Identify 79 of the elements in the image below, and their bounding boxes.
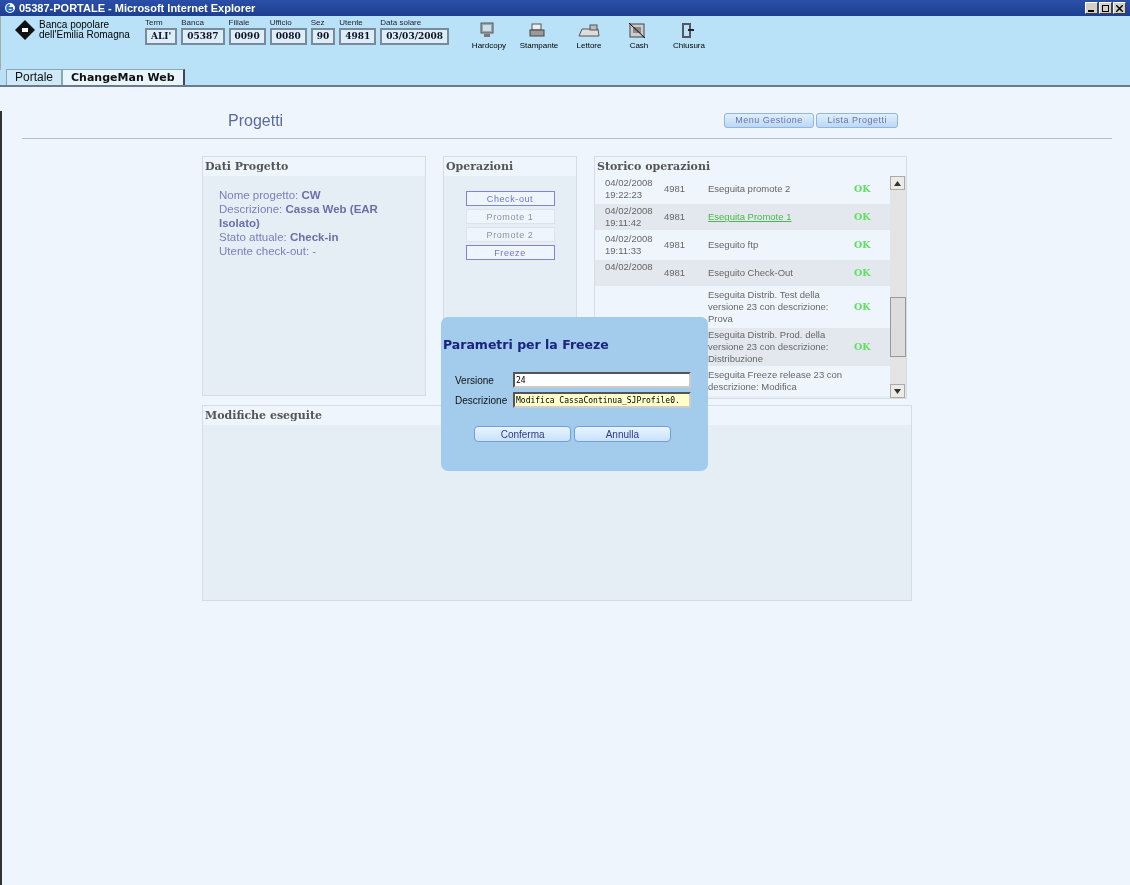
maximize-icon [1102, 4, 1109, 12]
tab[interactable]: ChangeMan Web [62, 69, 185, 85]
date-cell-text: 04/02/2008 [605, 205, 654, 218]
dialog-title: Parametri per la Freeze [443, 337, 610, 352]
toolbar-button[interactable]: Lettore [569, 22, 609, 52]
user-cell: 4981 [664, 266, 686, 281]
up-arrow-icon [894, 181, 901, 187]
operation-button[interactable]: Check-out [465, 191, 555, 207]
panel-title: Operazioni [444, 157, 576, 177]
field-label: Banca [181, 18, 205, 27]
toolbar-button[interactable]: Stampante [519, 22, 559, 52]
date-cell-text: 04/02/2008 [605, 177, 654, 190]
field-value: 05387 [181, 28, 225, 45]
window-title: 05387-PORTALE - Microsoft Internet Explorer [19, 0, 256, 16]
user-cell: 4981 [664, 238, 686, 253]
panel-title: Storico operazioni [595, 157, 906, 177]
field-value: 90 [310, 28, 336, 45]
scroll-down-button[interactable] [890, 384, 905, 399]
field-value: 0080 [269, 28, 307, 45]
status-cell: OK [854, 238, 871, 253]
info-line: Descrizione: Cassa Web (EAR Isolato) [219, 202, 379, 231]
dialog-button[interactable]: Annulla [573, 426, 671, 442]
card-reader-icon [578, 22, 600, 40]
info-line: Nome progetto: CW [219, 188, 322, 203]
bank-name: dell'Emilia Romagna [39, 30, 130, 40]
field-label: Filiale [228, 18, 251, 27]
input-field[interactable]: 24 [513, 372, 691, 388]
toolbar-button[interactable]: Cash [619, 22, 659, 52]
field-label: Versione [455, 373, 495, 388]
scrollbar[interactable] [890, 176, 906, 399]
user-cell: 4981 [664, 210, 686, 225]
browser-icon [4, 2, 16, 14]
field-label: Descrizione [455, 393, 509, 408]
description-cell: Eseguito ftp [708, 239, 759, 252]
date-cell-text: 04/02/2008 [605, 233, 654, 246]
user-cell: 4981 [664, 182, 686, 197]
time-cell-text: 19:22:23 [605, 189, 643, 202]
field-label: Utente [339, 18, 364, 27]
description-cell-text: Eseguita Distrib. Prod. della versione 23 con descrizione: Distribuzione [708, 329, 830, 366]
input-field[interactable]: Modifica CassaContinua_SJProfile0. [513, 392, 691, 408]
operation-button[interactable]: Freeze [465, 245, 555, 261]
minimize-button[interactable] [1085, 2, 1098, 14]
down-arrow-icon [894, 389, 901, 395]
field-value: 0090 [228, 28, 266, 45]
toolbar-button[interactable]: Hardcopy [469, 22, 509, 52]
tab[interactable]: Portale [6, 69, 63, 85]
dialog-button[interactable]: Conferma [474, 426, 572, 442]
field-value: 03/03/2008 [380, 28, 449, 45]
time-cell-text: 19:11:42 [605, 217, 643, 230]
status-cell: OK [854, 340, 871, 355]
maximize-button[interactable] [1099, 2, 1112, 14]
description-cell-text: Eseguita Freeze release 23 con descrizione: Modifica [708, 369, 844, 394]
close-icon [1116, 4, 1123, 12]
bank-name: Banca popolare [39, 20, 110, 30]
status-cell: OK [854, 266, 871, 281]
nav-button[interactable]: Menu Gestione [724, 113, 814, 129]
page-title: Progetti [228, 111, 284, 131]
status-cell: OK [854, 210, 871, 225]
description-cell-text: Eseguita Distrib. Test della versione 23 con descrizione: Prova [708, 289, 830, 326]
field-value: 4981 [339, 28, 377, 45]
field-label: Data solare [380, 18, 423, 27]
field-value: ALI' [145, 28, 178, 45]
close-button[interactable] [1113, 2, 1126, 14]
info-line: Stato attuale: Check-in [219, 230, 340, 245]
time-cell-text: 19:11:33 [605, 245, 643, 258]
field-label: Sez [310, 18, 326, 27]
toolbar-button[interactable]: Chiusura [669, 22, 709, 52]
field-label: Ufficio [269, 18, 293, 27]
panel-title: Dati Progetto [203, 157, 425, 177]
nav-button[interactable]: Lista Progetti [816, 113, 898, 129]
scroll-up-button[interactable] [890, 176, 905, 191]
logo-icon [15, 20, 35, 40]
status-cell: OK [854, 182, 871, 197]
field-label: Term [145, 18, 164, 27]
info-line: Utente check-out: - [219, 244, 318, 259]
date-cell-text: 04/02/2008 [605, 261, 654, 274]
status-cell: OK [854, 300, 871, 315]
description-cell: Eseguita promote 2 [708, 183, 791, 196]
description-cell: Eseguito Check-Out [708, 267, 793, 280]
